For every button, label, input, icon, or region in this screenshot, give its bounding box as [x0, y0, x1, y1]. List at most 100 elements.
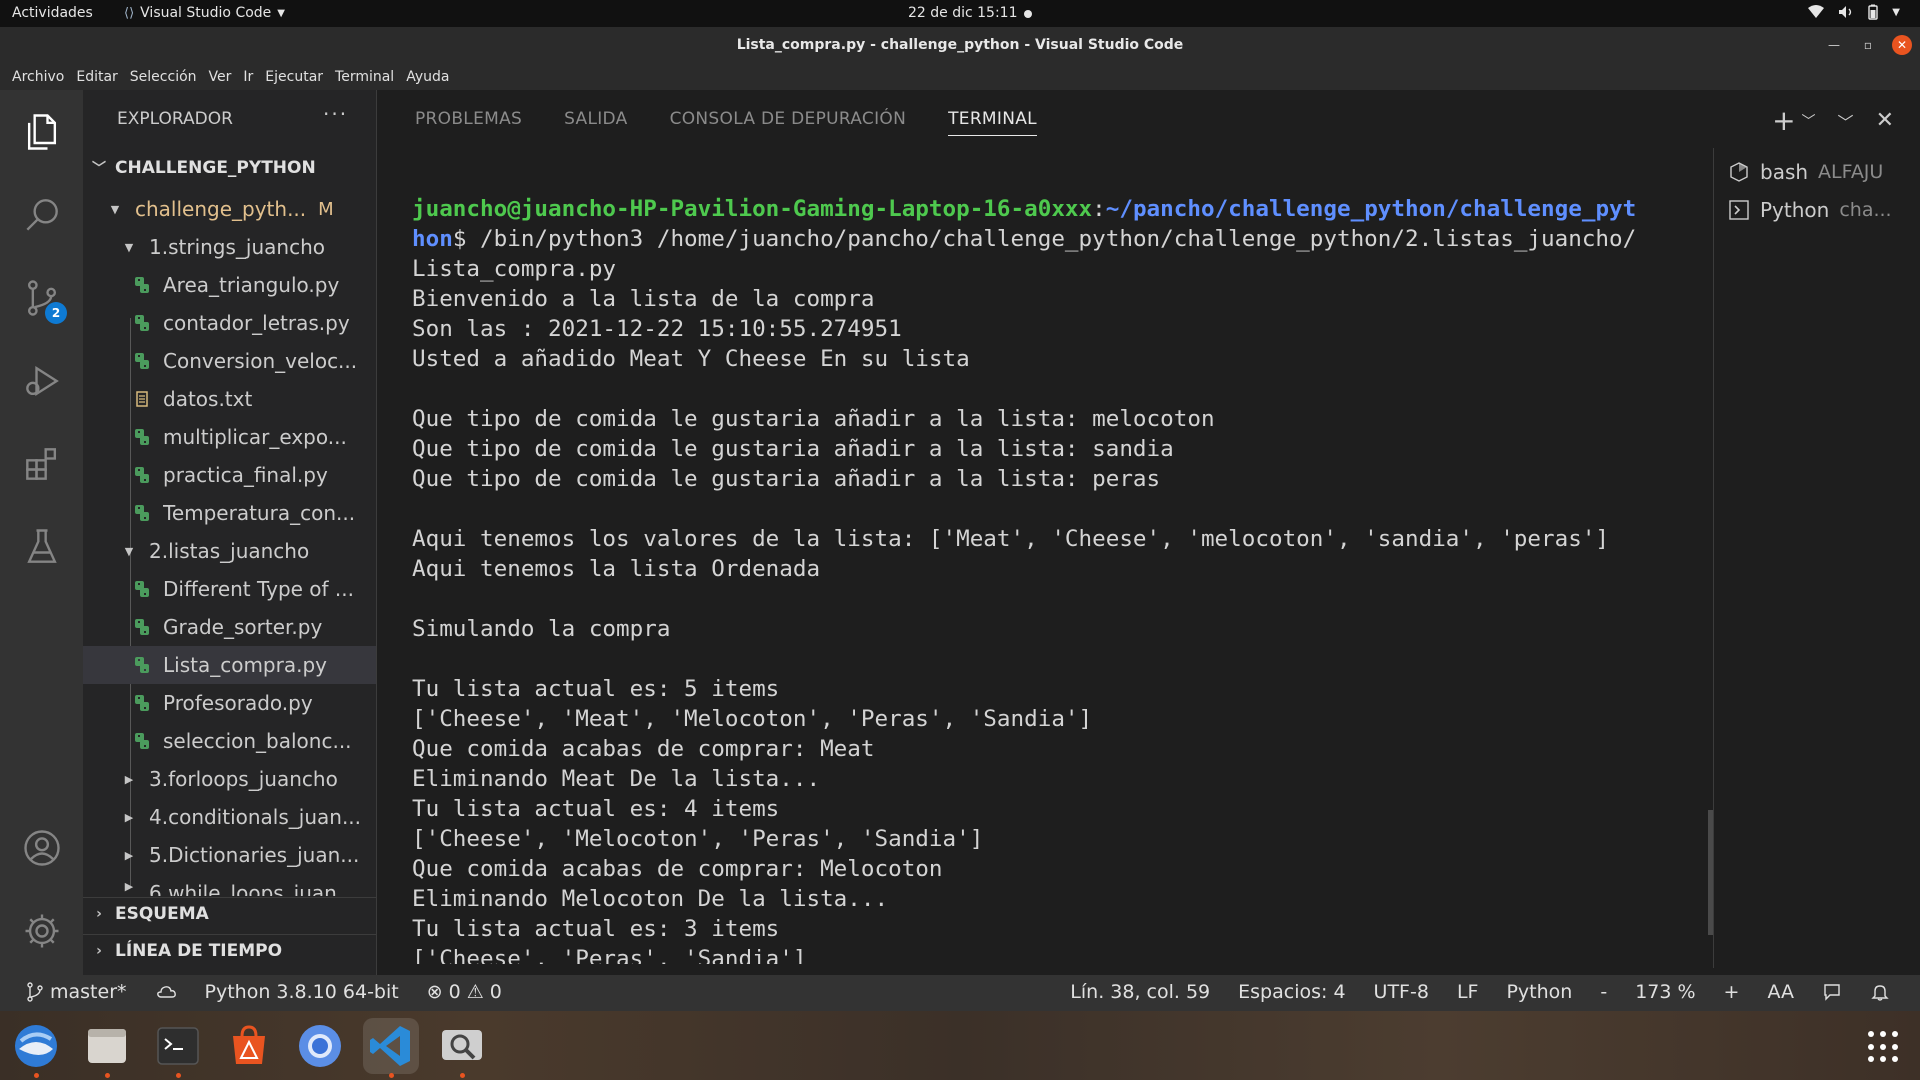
problems-status[interactable]: ⊗ 0 ⚠ 0 [427, 981, 502, 1003]
terminal-list-item-bash[interactable]: bash ALFAJU [1728, 160, 1883, 184]
workspace-section-header[interactable]: ﹀ CHALLENGE_PYTHON [83, 152, 376, 184]
tree-folder-listas[interactable]: ▼ 2.listas_juancho [83, 532, 376, 570]
notifications-bell-icon[interactable] [1870, 982, 1890, 1002]
tree-folder-while-loops[interactable]: ▶ 6.while_loops_juan... [83, 874, 376, 896]
testing-flask-icon[interactable] [0, 517, 83, 577]
collapsed-arrow-icon: ▶ [124, 810, 134, 824]
git-branch-status[interactable]: master* [26, 981, 127, 1003]
tree-folder-dictionaries[interactable]: ▶ 5.Dictionaries_juan... [83, 836, 376, 874]
tab-problems[interactable]: PROBLEMAS [415, 109, 522, 136]
settings-gear-icon[interactable] [0, 901, 83, 961]
tree-folder-strings[interactable]: ▼ 1.strings_juancho [83, 228, 376, 266]
app-menu[interactable]: ⟨⟩ Visual Studio Code ▼ [124, 5, 285, 21]
terminal-dropdown-chevron-icon[interactable]: ﹀ [1802, 111, 1816, 131]
timeline-section-header[interactable]: › LÍNEA DE TIEMPO [83, 934, 376, 966]
encoding-status[interactable]: UTF-8 [1374, 981, 1429, 1003]
terminal-list-item-python[interactable]: Python cha... [1728, 198, 1892, 222]
explorer-icon[interactable] [0, 102, 83, 162]
tree-file[interactable]: seleccion_balonc... [83, 722, 376, 760]
terminal-line: Aqui tenemos la lista Ordenada [412, 556, 821, 582]
close-panel-icon[interactable]: ✕ [1876, 108, 1894, 133]
tree-folder-conditionals[interactable]: ▶ 4.conditionals_juan... [83, 798, 376, 836]
thunderbird-icon[interactable] [8, 1018, 64, 1078]
run-debug-icon[interactable] [0, 351, 83, 411]
tree-file[interactable]: Temperatura_con... [83, 494, 376, 532]
explorer-title: EXPLORADOR [117, 109, 233, 129]
language-mode-status[interactable]: Python [1506, 981, 1572, 1003]
zoom-in-button[interactable]: + [1724, 981, 1740, 1003]
cursor-position-status[interactable]: Lín. 38, col. 59 [1070, 981, 1210, 1003]
new-terminal-plus-icon[interactable]: + [1772, 104, 1795, 137]
chevron-down-icon: ▼ [277, 7, 285, 19]
tree-folder-forloops[interactable]: ▶ 3.forloops_juancho [83, 760, 376, 798]
terminal-output[interactable]: juancho@juancho-HP-Pavilion-Gaming-Lapto… [412, 194, 1702, 964]
tree-file[interactable]: multiplicar_expo... [83, 418, 376, 456]
zoom-level-status[interactable]: 173 % [1635, 981, 1695, 1003]
terminal-icon[interactable] [150, 1018, 206, 1078]
sync-cloud-icon [156, 986, 176, 998]
collapsed-arrow-icon: ▶ [124, 772, 134, 786]
minimize-icon[interactable]: — [1824, 35, 1844, 55]
zoom-out-button[interactable]: - [1600, 981, 1607, 1003]
tree-file[interactable]: datos.txt [83, 380, 376, 418]
terminal-line: Tu lista actual es: 5 items [412, 676, 780, 702]
indentation-status[interactable]: Espacios: 4 [1238, 981, 1345, 1003]
font-size-button[interactable]: AA [1767, 981, 1794, 1003]
clock[interactable]: 22 de dic 15:11 [908, 5, 1017, 21]
maximize-panel-chevron-icon[interactable]: ﹀ [1838, 109, 1854, 133]
more-actions-icon[interactable]: ··· [323, 102, 348, 126]
vscode-icon[interactable] [363, 1018, 419, 1078]
chromium-icon[interactable] [292, 1018, 348, 1074]
tree-label: 4.conditionals_juan... [149, 805, 362, 829]
search-icon[interactable] [0, 185, 83, 245]
maximize-icon[interactable]: ▫ [1858, 35, 1878, 55]
window-title-bar[interactable]: Lista_compra.py - challenge_python - Vis… [0, 27, 1920, 64]
menu-ir[interactable]: Ir [237, 69, 259, 85]
python-file-icon [133, 276, 151, 294]
tab-terminal[interactable]: TERMINAL [948, 109, 1037, 136]
wifi-icon [1808, 5, 1825, 18]
files-icon[interactable] [79, 1018, 135, 1078]
tree-file-selected[interactable]: Lista_compra.py [83, 646, 376, 684]
tab-output[interactable]: SALIDA [564, 109, 627, 136]
python-interpreter-status[interactable]: Python 3.8.10 64-bit [205, 981, 399, 1003]
activities-button[interactable]: Actividades [12, 5, 93, 21]
menu-seleccion[interactable]: Selección [124, 69, 203, 85]
python-file-icon [133, 656, 151, 674]
screenshot-icon[interactable] [434, 1018, 490, 1078]
terminal-line: Lista_compra.py [412, 256, 617, 282]
menu-editar[interactable]: Editar [70, 69, 123, 85]
feedback-icon[interactable] [1822, 982, 1842, 1002]
python-file-icon [133, 428, 151, 446]
outline-section-header[interactable]: › ESQUEMA [83, 897, 376, 929]
panel-tabs: PROBLEMAS SALIDA CONSOLA DE DEPURACIÓN T… [415, 109, 1037, 136]
eol-status[interactable]: LF [1457, 981, 1479, 1003]
close-window-icon[interactable]: ✕ [1892, 35, 1912, 55]
menu-ayuda[interactable]: Ayuda [400, 69, 455, 85]
python-file-icon [133, 504, 151, 522]
chevron-right-icon: › [96, 905, 102, 922]
extensions-icon[interactable] [0, 434, 83, 494]
running-indicator [34, 1073, 39, 1078]
tree-file[interactable]: Different Type of ... [83, 570, 376, 608]
menu-archivo[interactable]: Archivo [6, 69, 70, 85]
outline-label: ESQUEMA [115, 903, 209, 924]
tree-file[interactable]: Profesorado.py [83, 684, 376, 722]
menu-terminal[interactable]: Terminal [329, 69, 400, 85]
tree-file[interactable]: contador_letras.py [83, 304, 376, 342]
tree-file[interactable]: Conversion_veloc... [83, 342, 376, 380]
software-store-icon[interactable] [221, 1018, 277, 1074]
menu-ver[interactable]: Ver [203, 69, 238, 85]
tab-debug-console[interactable]: CONSOLA DE DEPURACIÓN [670, 109, 907, 136]
system-tray[interactable]: ▼ [1808, 4, 1900, 20]
tree-file[interactable]: Area_triangulo.py [83, 266, 376, 304]
sync-status[interactable] [155, 983, 177, 1001]
explorer-sidebar: EXPLORADOR ··· ﹀ CHALLENGE_PYTHON ▼ chal… [83, 90, 376, 975]
show-applications-grid-icon[interactable] [1868, 1031, 1900, 1063]
tree-file[interactable]: Grade_sorter.py [83, 608, 376, 646]
tree-file[interactable]: practica_final.py [83, 456, 376, 494]
tree-folder-challenge-python[interactable]: ▼ challenge_pyth... M [83, 190, 376, 228]
accounts-icon[interactable] [0, 818, 83, 878]
source-control-icon[interactable]: 2 [0, 268, 83, 328]
menu-ejecutar[interactable]: Ejecutar [259, 69, 329, 85]
